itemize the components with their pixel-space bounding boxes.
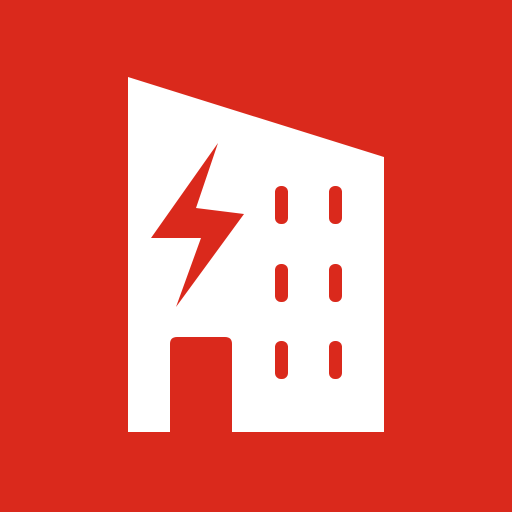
window: [329, 341, 342, 379]
building-lightning-icon: [128, 77, 384, 432]
window: [329, 186, 342, 224]
window: [275, 264, 288, 302]
window: [329, 264, 342, 302]
app-icon: [0, 0, 512, 512]
building-shape: [128, 77, 384, 432]
window: [275, 186, 288, 224]
window: [275, 341, 288, 379]
